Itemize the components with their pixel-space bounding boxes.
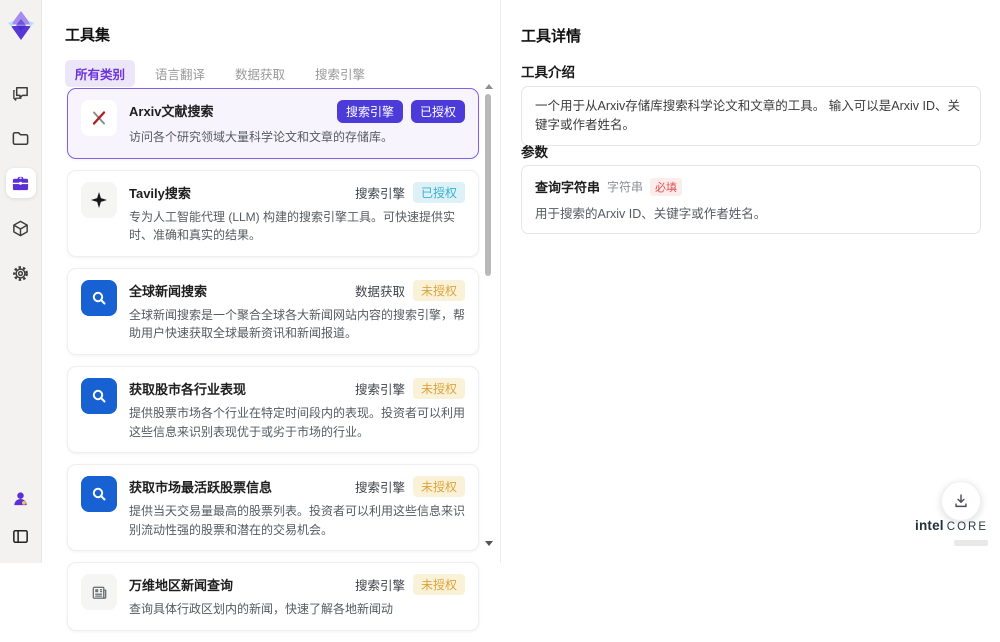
scroll-up-arrow-icon[interactable] [485,84,493,89]
intro-heading: 工具介绍 [521,65,575,80]
app-logo-icon [5,8,37,44]
tool-card-sector-performance[interactable]: 获取股市各行业表现 搜索引擎 未授权 提供股票市场各个行业在特定时间段内的表现。… [67,365,479,454]
auth-badge: 未授权 [412,377,465,399]
tab-all-categories[interactable]: 所有类别 [65,60,136,87]
auth-badge: 已授权 [410,100,465,123]
params-heading: 参数 [521,145,548,160]
tool-card-global-news[interactable]: 全球新闻搜索 数据获取 未授权 全球新闻搜索是一个聚合全球各大新闻网站内容的搜索… [67,267,479,355]
category-label: 搜索引擎 [354,382,405,397]
sidebar-nav [5,78,36,288]
category-label: 搜索引擎 [354,186,405,201]
param-name: 查询字符串 [535,180,601,195]
tool-name: 获取股市各行业表现 [129,381,247,397]
tool-card-list: Arxiv文献搜索 搜索引擎 已授权 访问各个研究领域大量科学论文和文章的存储库… [67,88,479,642]
auth-badge: 已授权 [412,181,465,203]
tool-name: Arxiv文献搜索 [129,104,214,119]
page-title: 工具集 [65,27,111,44]
newspaper-icon [81,574,117,611]
category-label: 数据获取 [354,284,405,299]
auth-badge: 未授权 [412,279,465,301]
tool-name: 全球新闻搜索 [129,283,208,299]
cube-icon[interactable] [6,213,36,243]
briefcase-icon[interactable] [5,168,36,198]
tool-name: Tavily搜索 [129,185,191,201]
tab-language-translation[interactable]: 语言翻译 [145,60,215,87]
stock-search-app-icon [81,476,117,513]
user-icon[interactable] [6,483,36,513]
brand-core-text: core [946,520,988,533]
tool-card-arxiv[interactable]: Arxiv文献搜索 搜索引擎 已授权 访问各个研究领域大量科学论文和文章的存储库… [67,88,479,159]
chat-icon[interactable] [6,78,36,108]
tool-description: 提供当天交易量最高的股票列表。投资者可以利用这些信息来识别流动性强的股票和潜在的… [129,504,466,537]
stock-search-app-icon [81,377,117,414]
arxiv-logo-icon [81,100,117,136]
sidebar-bottom [6,483,36,551]
auth-badge: 未授权 [412,476,465,498]
folder-icon[interactable] [6,123,36,153]
download-button[interactable] [941,481,981,521]
panel-icon[interactable] [6,521,36,551]
param-required-badge: 必填 [650,177,683,196]
category-badge: 搜索引擎 [336,100,403,123]
tool-card-tavily[interactable]: Tavily搜索 搜索引擎 已授权 专为人工智能代理 (LLM) 构建的搜索引擎… [67,169,479,257]
param-description: 用于搜索的Arxiv ID、关键字或作者姓名。 [535,207,767,221]
category-tabs: 所有类别 语言翻译 数据获取 搜索引擎 [65,60,375,87]
tool-name: 获取市场最活跃股票信息 [129,480,273,496]
brand-sub-mark [954,540,988,547]
param-card: 查询字符串 字符串 必填 用于搜索的Arxiv ID、关键字或作者姓名。 [521,165,981,234]
news-search-app-icon [81,279,117,316]
intel-core-logo: intel core [915,517,988,551]
scrollbar-thumb[interactable] [485,94,491,276]
tool-description: 全球新闻搜索是一个聚合全球各大新闻网站内容的搜索引擎，帮助用户快速获取全球最新资… [129,307,466,341]
tavily-star-icon [81,181,117,218]
brand-intel-text: intel [915,517,944,533]
tool-card-active-stocks[interactable]: 获取市场最活跃股票信息 搜索引擎 未授权 提供当天交易量最高的股票列表。投资者可… [67,464,479,552]
param-type: 字符串 [607,180,644,194]
auth-badge: 未授权 [412,574,465,596]
category-label: 搜索引擎 [354,481,405,496]
tool-description: 查询具体行政区划内的新闻，快速了解各地新闻动 [129,602,394,617]
tool-description: 提供股票市场各个行业在特定时间段内的表现。投资者可以利用这些信息来识别表现优于或… [129,405,466,439]
tool-name: 万维地区新闻查询 [129,578,234,594]
tool-card-regional-news[interactable]: 万维地区新闻查询 搜索引擎 未授权 查询具体行政区划内的新闻，快速了解各地新闻动 [67,562,479,631]
category-label: 搜索引擎 [354,579,405,594]
tool-description: 专为人工智能代理 (LLM) 构建的搜索引擎工具。可快速提供实时、准确和真实的结… [129,209,456,243]
tab-data-fetch[interactable]: 数据获取 [225,60,295,87]
tool-description: 访问各个研究领域大量科学论文和文章的存储库。 [129,130,394,144]
tool-detail-panel: 工具详情 工具介绍 一个用于从Arxiv存储库搜索科学论文和文章的工具。 输入可… [500,0,1000,563]
toolset-panel: 工具集 所有类别 语言翻译 数据获取 搜索引擎 Arxiv文献搜索 搜索引擎 已… [42,0,500,631]
gear-icon[interactable] [6,258,36,288]
detail-title: 工具详情 [521,28,582,45]
intro-text-box: 一个用于从Arxiv存储库搜索科学论文和文章的工具。 输入可以是Arxiv ID… [521,86,981,146]
scroll-down-arrow-icon[interactable] [485,541,493,546]
list-scrollbar[interactable] [483,84,493,546]
tab-search-engine[interactable]: 搜索引擎 [305,60,375,87]
left-sidebar [0,0,42,563]
